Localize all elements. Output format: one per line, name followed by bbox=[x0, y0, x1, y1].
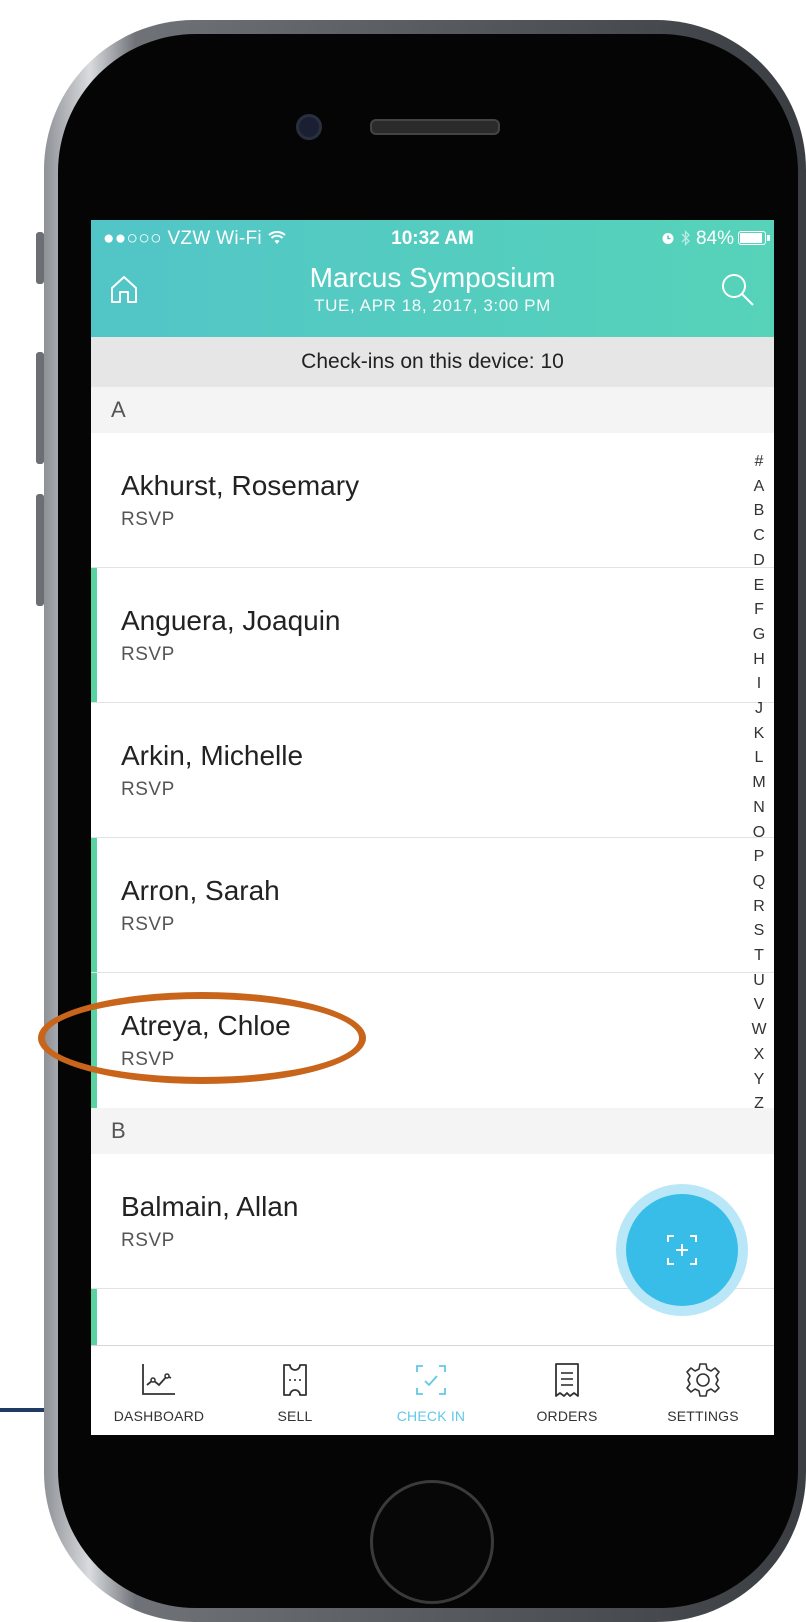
attendee-row[interactable]: Arkin, Michelle RSVP bbox=[91, 703, 774, 838]
index-letter[interactable]: X bbox=[748, 1043, 770, 1068]
index-letter[interactable]: T bbox=[748, 944, 770, 969]
battery-tip bbox=[767, 235, 770, 241]
alphabet-index-scrubber[interactable]: # A B C D E F G H I J K L M N O P Q R S T U V W X Y Z bbox=[748, 450, 770, 1117]
index-letter[interactable]: I bbox=[748, 672, 770, 697]
index-letter[interactable]: E bbox=[748, 574, 770, 599]
index-letter[interactable]: K bbox=[748, 722, 770, 747]
index-letter[interactable]: V bbox=[748, 993, 770, 1018]
index-letter[interactable]: J bbox=[748, 697, 770, 722]
index-letter[interactable]: W bbox=[748, 1018, 770, 1043]
index-letter[interactable]: L bbox=[748, 746, 770, 771]
tab-label: ORDERS bbox=[536, 1408, 598, 1424]
index-letter[interactable]: Z bbox=[748, 1092, 770, 1117]
battery-level bbox=[740, 233, 762, 243]
gear-icon bbox=[686, 1363, 720, 1397]
event-datetime: TUE, APR 18, 2017, 3:00 PM bbox=[314, 296, 551, 315]
front-camera bbox=[296, 114, 322, 140]
volume-up-button bbox=[36, 352, 44, 464]
index-letter[interactable]: H bbox=[748, 648, 770, 673]
app-header: ●●○○○ VZW Wi-Fi 10:32 AM 84% Marcus Symp… bbox=[91, 220, 774, 337]
tab-dashboard[interactable]: DASHBOARD bbox=[91, 1346, 227, 1435]
tab-check-in[interactable]: CHECK IN bbox=[363, 1346, 499, 1435]
section-header-b: B bbox=[91, 1108, 774, 1154]
annotation-highlight-circle bbox=[38, 992, 366, 1084]
status-bar: ●●○○○ VZW Wi-Fi 10:32 AM 84% bbox=[91, 220, 774, 256]
battery-percent: 84% bbox=[695, 228, 734, 249]
checkins-counter: Check-ins on this device: 10 bbox=[91, 337, 774, 387]
ticket-type: RSVP bbox=[121, 914, 175, 935]
index-letter[interactable]: F bbox=[748, 598, 770, 623]
index-letter[interactable]: P bbox=[748, 845, 770, 870]
index-letter[interactable]: B bbox=[748, 499, 770, 524]
index-letter[interactable]: U bbox=[748, 969, 770, 994]
index-letter[interactable]: Y bbox=[748, 1068, 770, 1093]
index-letter[interactable]: N bbox=[748, 796, 770, 821]
ticket-type: RSVP bbox=[121, 1230, 175, 1251]
index-letter[interactable]: G bbox=[748, 623, 770, 648]
tab-bar: DASHBOARD SELL CHECK IN ORDERS SETTINGS bbox=[91, 1345, 774, 1435]
index-letter[interactable]: A bbox=[748, 475, 770, 500]
attendee-name: Anguera, Joaquin bbox=[121, 605, 341, 636]
section-header-a: A bbox=[91, 387, 774, 433]
attendee-row[interactable]: Akhurst, Rosemary RSVP bbox=[91, 433, 774, 568]
index-letter[interactable]: R bbox=[748, 895, 770, 920]
index-letter[interactable]: # bbox=[748, 450, 770, 475]
index-letter[interactable]: D bbox=[748, 549, 770, 574]
battery-icon bbox=[738, 231, 770, 245]
scan-add-icon bbox=[667, 1235, 697, 1265]
ticket-icon bbox=[283, 1364, 307, 1396]
attendee-row[interactable]: Arron, Sarah RSVP bbox=[91, 838, 774, 973]
tab-label: CHECK IN bbox=[396, 1408, 466, 1424]
earpiece-speaker bbox=[370, 119, 500, 135]
index-letter[interactable]: S bbox=[748, 919, 770, 944]
dashboard-chart-icon bbox=[142, 1364, 175, 1395]
index-letter[interactable]: O bbox=[748, 821, 770, 846]
ticket-type: RSVP bbox=[121, 509, 175, 530]
alarm-icon bbox=[661, 228, 680, 249]
tab-settings[interactable]: SETTINGS bbox=[635, 1346, 771, 1435]
tab-orders[interactable]: ORDERS bbox=[499, 1346, 635, 1435]
index-letter[interactable]: C bbox=[748, 524, 770, 549]
index-letter[interactable]: Q bbox=[748, 870, 770, 895]
home-button[interactable] bbox=[370, 1480, 494, 1604]
tab-label: SELL bbox=[277, 1408, 313, 1424]
status-right: 84% bbox=[661, 228, 734, 250]
mute-switch bbox=[36, 232, 44, 284]
check-in-scan-icon bbox=[416, 1365, 446, 1395]
attendee-name: Balmain, Allan bbox=[121, 1191, 299, 1222]
attendee-name: Arkin, Michelle bbox=[121, 740, 304, 771]
bluetooth-icon bbox=[681, 228, 696, 249]
attendee-row[interactable]: Anguera, Joaquin RSVP bbox=[91, 568, 774, 703]
tab-label: DASHBOARD bbox=[113, 1408, 205, 1424]
ticket-type: RSVP bbox=[121, 644, 175, 665]
tab-label: SETTINGS bbox=[667, 1408, 739, 1424]
attendee-name: Arron, Sarah bbox=[121, 875, 280, 906]
ticket-type: RSVP bbox=[121, 779, 175, 800]
search-icon[interactable] bbox=[720, 272, 756, 308]
attendee-name: Akhurst, Rosemary bbox=[121, 470, 360, 501]
add-attendee-scan-button[interactable] bbox=[626, 1194, 738, 1306]
event-title: Marcus Symposium bbox=[309, 262, 556, 293]
volume-down-button bbox=[36, 494, 44, 606]
index-letter[interactable]: M bbox=[748, 771, 770, 796]
tab-sell[interactable]: SELL bbox=[227, 1346, 363, 1435]
receipt-icon bbox=[555, 1363, 579, 1397]
